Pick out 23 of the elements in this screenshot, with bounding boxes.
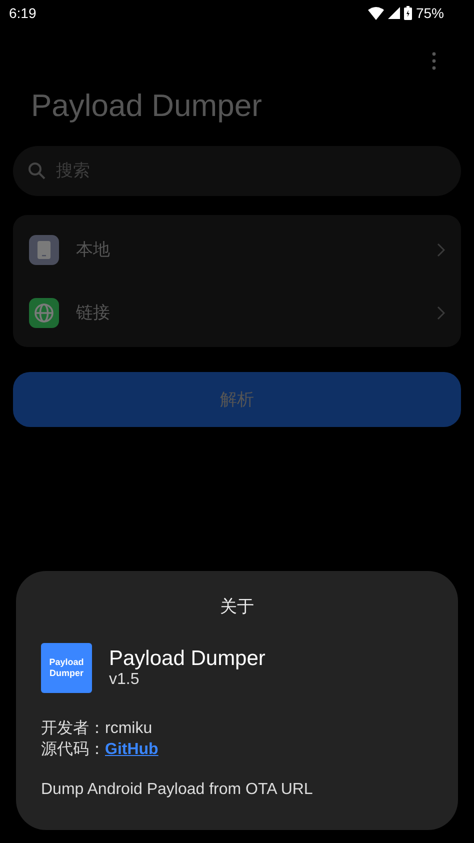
app-version: v1.5 <box>109 671 140 689</box>
app-title: Payload Dumper <box>30 88 263 125</box>
status-time: 6:19 <box>9 5 36 21</box>
battery-level: 75% <box>416 5 444 21</box>
search-icon <box>28 162 46 180</box>
more-options-icon[interactable] <box>432 52 436 70</box>
source-item[interactable]: 本地 <box>13 218 461 281</box>
wifi-icon <box>368 6 384 20</box>
dialog-title: 关于 <box>219 596 255 618</box>
source-label: 源代码： <box>41 741 105 758</box>
app-description: Dump Android Payload from OTA URL <box>41 781 314 799</box>
developer-text: 开发者：rcmiku <box>41 718 154 739</box>
github-link[interactable]: GitHub <box>105 741 158 758</box>
signal-icon <box>388 7 400 19</box>
app-name: Payload Dumper <box>109 647 266 671</box>
parse-button[interactable]: 解析 <box>13 372 461 427</box>
chevron-icon <box>437 306 445 320</box>
app-logo: Payload Dumper <box>41 643 92 693</box>
phone-icon <box>29 234 59 264</box>
battery-icon <box>404 6 412 20</box>
chevron-icon <box>437 242 445 256</box>
globe-icon <box>29 298 59 328</box>
source-item[interactable]: 链接 <box>13 281 461 344</box>
